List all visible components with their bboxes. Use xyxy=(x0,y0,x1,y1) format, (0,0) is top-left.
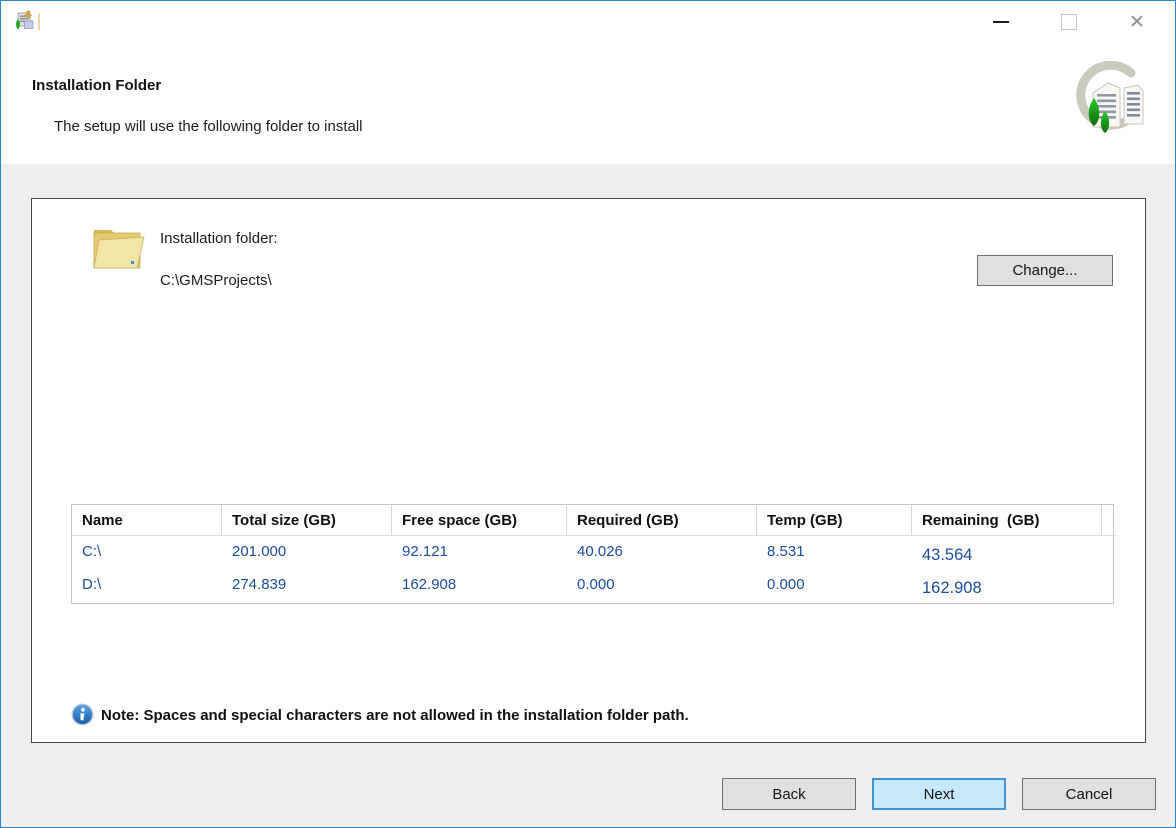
close-icon: ✕ xyxy=(1129,13,1145,32)
cell-free-space: 92.121 xyxy=(392,536,567,569)
column-header-total-size: Total size (GB) xyxy=(222,505,392,536)
page-title: Installation Folder xyxy=(32,77,161,94)
column-header-remaining: Remaining (GB) xyxy=(912,505,1102,536)
header-zone: ✕ Installation Folder The setup will use… xyxy=(1,1,1175,164)
titlebar-caret-line xyxy=(38,13,40,30)
cell-total-size: 274.839 xyxy=(222,569,392,602)
column-header-filler xyxy=(1102,505,1116,536)
cell-drive-name: C:\ xyxy=(72,536,222,569)
cell-free-space: 162.908 xyxy=(392,569,567,602)
column-header-required: Required (GB) xyxy=(567,505,757,536)
app-icon xyxy=(14,10,36,32)
cell-drive-name: D:\ xyxy=(72,569,222,602)
cell-remaining: 162.908 xyxy=(912,569,1102,602)
column-header-name: Name xyxy=(72,505,222,536)
installation-folder-label: Installation folder: xyxy=(160,230,278,247)
note-text: Note: Spaces and special characters are … xyxy=(101,707,689,724)
installation-folder-path: C:\GMSProjects\ xyxy=(160,272,272,289)
table-header-row: Name Total size (GB) Free space (GB) Req… xyxy=(72,505,1113,536)
installer-window: ✕ Installation Folder The setup will use… xyxy=(0,0,1176,828)
cell-required: 40.026 xyxy=(567,536,757,569)
page-subtitle: The setup will use the following folder … xyxy=(54,118,363,135)
folder-icon xyxy=(89,221,147,275)
gms-logo-icon xyxy=(1067,61,1147,141)
minimize-icon xyxy=(993,21,1009,23)
table-row: D:\ 274.839 162.908 0.000 0.000 162.908 xyxy=(72,569,1113,602)
back-button[interactable]: Back xyxy=(722,778,856,810)
next-button[interactable]: Next xyxy=(872,778,1006,810)
cell-required: 0.000 xyxy=(567,569,757,602)
cell-total-size: 201.000 xyxy=(222,536,392,569)
column-header-free-space: Free space (GB) xyxy=(392,505,567,536)
column-header-temp: Temp (GB) xyxy=(757,505,912,536)
cell-remaining: 43.564 xyxy=(912,536,1102,569)
maximize-icon xyxy=(1061,14,1077,30)
info-icon xyxy=(71,703,94,726)
maximize-button[interactable] xyxy=(1035,1,1103,43)
cell-temp: 8.531 xyxy=(757,536,912,569)
drive-space-table: Name Total size (GB) Free space (GB) Req… xyxy=(71,504,1114,604)
cell-temp: 0.000 xyxy=(757,569,912,602)
minimize-button[interactable] xyxy=(967,1,1035,43)
close-button[interactable]: ✕ xyxy=(1103,1,1171,43)
main-panel: Installation folder: C:\GMSProjects\ Cha… xyxy=(31,198,1146,743)
change-button[interactable]: Change... xyxy=(977,255,1113,286)
title-bar[interactable]: ✕ xyxy=(1,1,1175,43)
table-row: C:\ 201.000 92.121 40.026 8.531 43.564 xyxy=(72,536,1113,569)
cancel-button[interactable]: Cancel xyxy=(1022,778,1156,810)
